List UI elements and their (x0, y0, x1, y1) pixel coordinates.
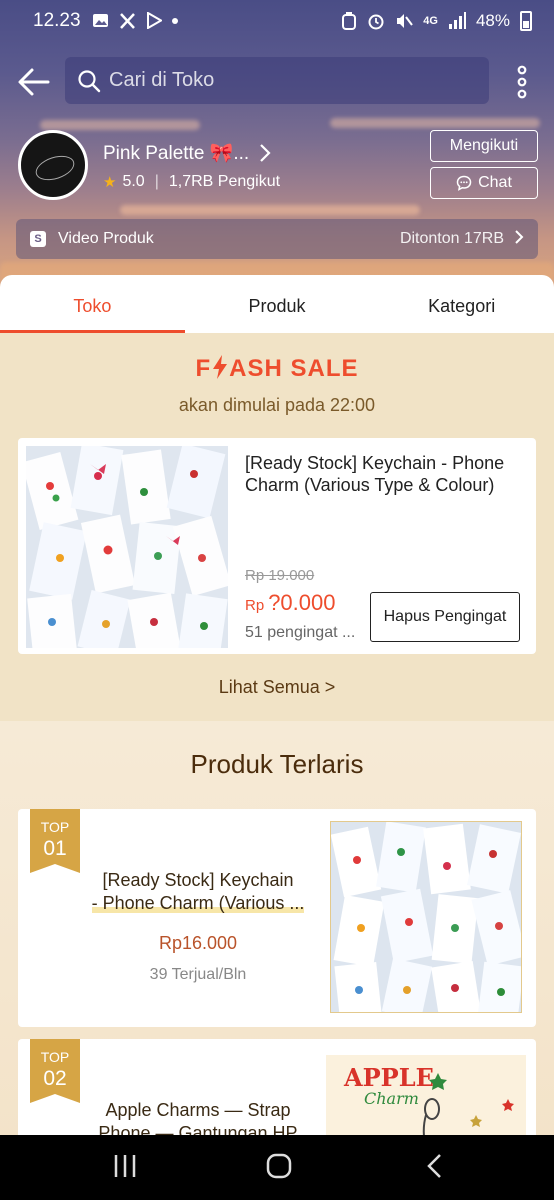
chat-button-label: Chat (478, 174, 512, 191)
shop-rating-row: ★ 5.0 | 1,7RB Pengikut (103, 173, 280, 191)
search-icon (78, 69, 101, 92)
divider: | (154, 173, 159, 190)
rank-badge-number: 02 (43, 1067, 67, 1090)
shop-avatar[interactable] (18, 130, 88, 200)
star-icon: ★ (103, 174, 117, 191)
see-all-link[interactable]: Lihat Semua > (0, 677, 554, 698)
video-bar-label: Video Produk (58, 230, 154, 247)
shop-name[interactable]: Pink Palette 🎀... (103, 141, 249, 165)
shop-tabs: Toko Produk Kategori (0, 275, 554, 333)
more-vertical-icon[interactable] (512, 65, 532, 99)
flash-sale-start-time: akan dimulai pada 22:00 (178, 395, 376, 415)
best-seller-name-line1: [Ready Stock] Keychain (102, 870, 294, 890)
rank-badge: TOP 02 (30, 1039, 80, 1103)
tab-kategori[interactable]: Kategori (369, 275, 554, 333)
chevron-right-icon[interactable] (258, 143, 272, 169)
flash-sale-section: F ASH SALE akan dimulai pada 22:00 [Read… (0, 333, 554, 721)
flash-product-name: [Ready Stock] Keychain - Phone Charm (Va… (245, 453, 505, 495)
chevron-right-icon (514, 229, 524, 250)
product-thumbnail[interactable] (330, 821, 522, 1013)
x-icon (120, 12, 135, 29)
chat-icon (456, 175, 472, 191)
rank-badge-label: TOP (40, 1049, 70, 1065)
alarm-icon (368, 14, 384, 30)
lightning-icon (213, 355, 228, 379)
best-sellers-title: Produk Terlaris (190, 749, 364, 779)
shop-followers: 1,7RB Pengikut (168, 173, 281, 190)
rank-badge-label: TOP (40, 819, 70, 835)
video-product-bar[interactable]: S Video Produk Ditonton 17RB (16, 219, 538, 259)
network-icon: 4G (423, 15, 438, 27)
signal-icon (448, 12, 466, 29)
reminder-count: 51 pengingat ... (245, 624, 356, 641)
dot-icon (172, 17, 178, 24)
battery-percent: 48% (475, 11, 510, 30)
best-seller-name-line1: Apple Charms — Strap (105, 1100, 291, 1120)
sky-streak (330, 118, 540, 128)
chat-button[interactable]: Chat (430, 167, 538, 199)
gallery-icon (93, 14, 108, 27)
best-seller-name-line2: - Phone Charm (Various ... (91, 893, 305, 913)
rank-badge: TOP 01 (30, 809, 80, 873)
flash-price-value: ?0.000 (268, 590, 336, 615)
rank-badge-number: 01 (43, 837, 67, 860)
remove-reminder-button[interactable]: Hapus Pengingat (370, 592, 520, 642)
nav-back-icon[interactable] (424, 1153, 446, 1179)
original-price: Rp 19.000 (245, 567, 315, 584)
mute-icon (397, 14, 414, 28)
battery-icon (520, 11, 532, 31)
best-seller-sold: 39 Terjual/Bln (149, 966, 247, 983)
tab-produk[interactable]: Produk (185, 275, 370, 333)
system-navigation-bar (0, 1135, 554, 1200)
keychain-photo (331, 822, 521, 1012)
video-icon: S (30, 231, 46, 247)
best-seller-card[interactable]: TOP 01 [Ready Stock] Keychain - Phone Ch… (18, 809, 536, 1027)
flash-title-f: F (195, 355, 212, 382)
flash-title-ash: ASH (229, 355, 283, 382)
shop-rating-value: 5.0 (122, 173, 145, 190)
flash-sale-product-card[interactable]: [Ready Stock] Keychain - Phone Charm (Va… (18, 438, 536, 654)
best-seller-name: [Ready Stock] Keychain - Phone Charm (Va… (82, 869, 314, 915)
search-input[interactable] (109, 69, 469, 92)
play-store-icon (147, 12, 162, 29)
status-time: 12.23 (33, 10, 81, 31)
flash-title-sale: SALE (290, 355, 359, 382)
flash-sale-title: F ASH SALE (0, 355, 554, 383)
keychain-photo (26, 446, 228, 648)
avatar-logo (32, 151, 78, 185)
following-button[interactable]: Mengikuti (430, 130, 538, 162)
product-thumbnail[interactable] (26, 446, 228, 648)
home-icon[interactable] (266, 1153, 292, 1179)
status-bar: 12.23 4G 48% (0, 0, 554, 42)
shop-name-text: Pink Palette 🎀... (103, 143, 250, 164)
best-seller-price: Rp16.000 (158, 933, 238, 953)
back-arrow-icon[interactable] (14, 62, 54, 102)
recent-apps-icon[interactable] (112, 1153, 138, 1179)
sky-streak (40, 120, 200, 130)
tab-toko[interactable]: Toko (0, 275, 185, 333)
flash-price: Rp ?0.000 (245, 590, 335, 616)
best-sellers-section: Produk Terlaris TOP 01 [Ready Stock] Key… (0, 721, 554, 1179)
sky-streak (120, 205, 420, 215)
currency-label: Rp (245, 597, 265, 614)
shop-search-bar[interactable] (65, 57, 489, 104)
battery-saver-icon (342, 12, 357, 30)
video-views: Ditonton 17RB (399, 230, 504, 247)
